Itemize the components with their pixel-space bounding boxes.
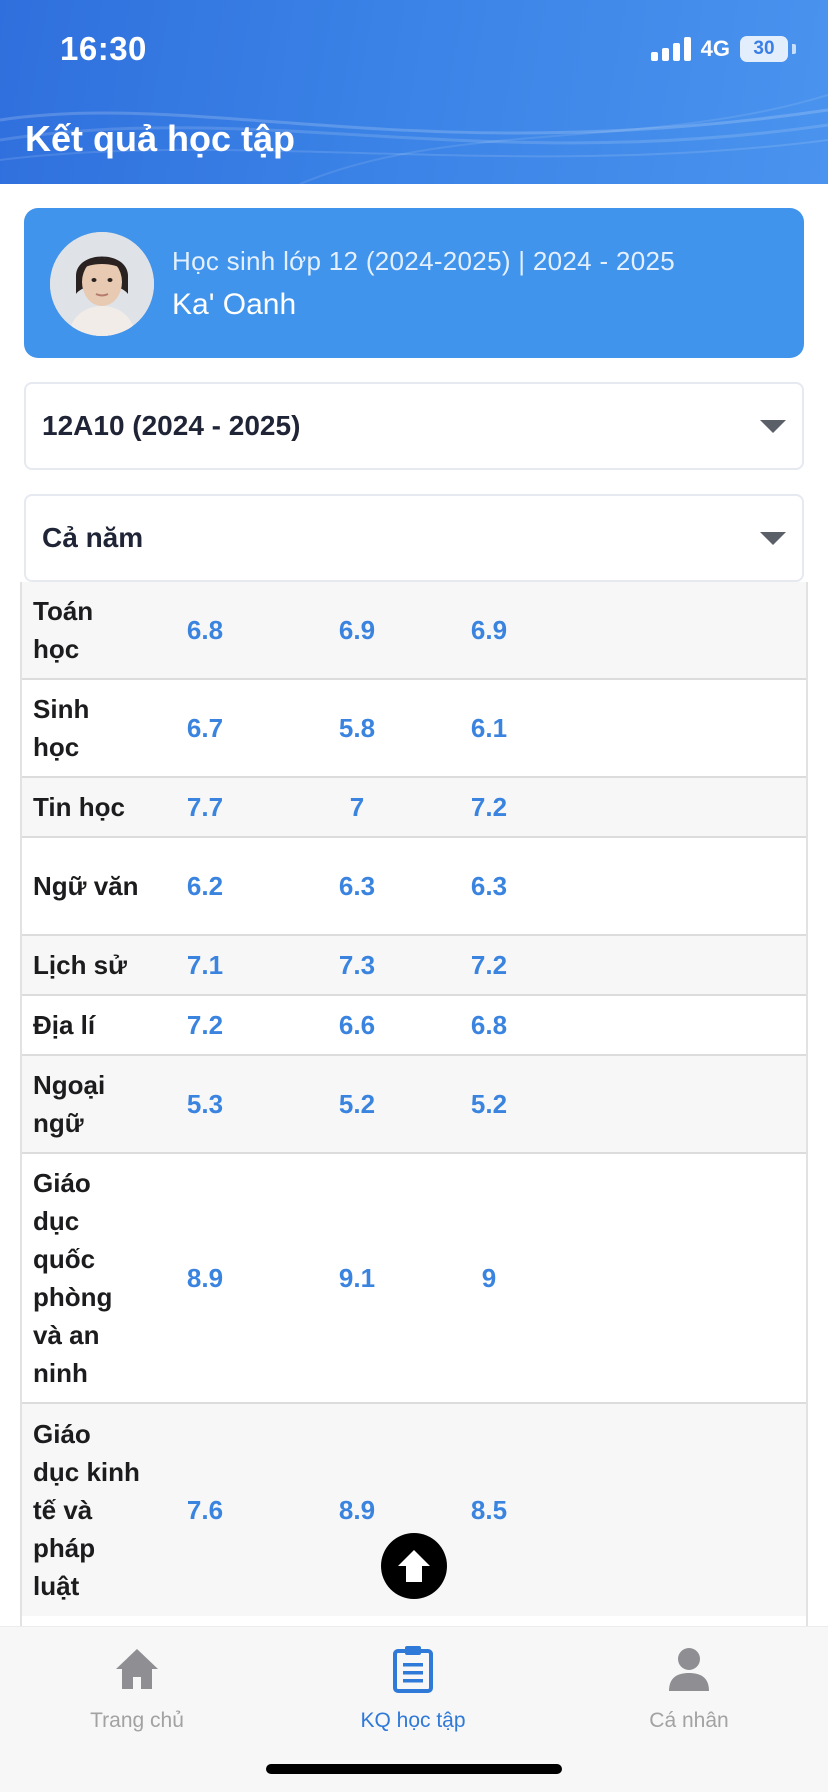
network-type: 4G <box>700 36 730 61</box>
home-indicator <box>266 1764 562 1774</box>
subject-name: Ngoại ngữ <box>33 1070 106 1138</box>
battery-icon: 30 <box>740 36 788 62</box>
table-row: Sinh học 6.7 5.8 6.1 <box>22 680 806 778</box>
class-select[interactable]: 12A10 (2024 - 2025) <box>24 382 804 470</box>
score-3: 6.8 <box>470 1009 508 1040</box>
caret-down-icon <box>760 531 786 545</box>
subject-name: Sinh học <box>33 694 90 762</box>
score-1: 6.8 <box>186 614 224 645</box>
caret-down-icon <box>760 419 786 433</box>
score-1: 7.1 <box>186 949 224 980</box>
status-time: 16:30 <box>60 30 147 67</box>
score-1: 6.7 <box>186 712 224 743</box>
score-3: 7.2 <box>470 791 508 822</box>
tab-profile-label: Cá nhân <box>649 1709 729 1732</box>
subject-name: Giáo dục quốc phòng và an ninh <box>33 1168 113 1388</box>
tab-home-label: Trang chủ <box>90 1709 184 1732</box>
score-3: 9 <box>481 1262 497 1293</box>
status-indicators: 4G 30 <box>650 34 796 64</box>
tab-profile[interactable]: Cá nhân <box>589 1641 789 1733</box>
student-card: Học sinh lớp 12 (2024-2025) | 2024 - 202… <box>24 208 804 358</box>
score-1: 5.3 <box>186 1088 224 1119</box>
subject-name: Giáo dục kinh tế và pháp luật <box>33 1419 140 1601</box>
score-3: 6.1 <box>470 712 508 743</box>
subject-name: Toán học <box>33 596 94 664</box>
subject-name: Lịch sử <box>33 950 127 980</box>
score-1: 7.6 <box>186 1494 224 1525</box>
tab-results-label: KQ học tập <box>360 1709 466 1732</box>
scroll-top-button[interactable] <box>381 1533 447 1599</box>
tab-results[interactable]: KQ học tập <box>313 1641 513 1733</box>
table-row: Giáo dục quốc phòng và an ninh 8.9 9.1 9 <box>22 1154 806 1404</box>
score-3: 6.9 <box>470 614 508 645</box>
student-name: Ka' Oanh <box>172 288 297 321</box>
table-row: Ngoại ngữ 5.3 5.2 5.2 <box>22 1056 806 1154</box>
table-row: Ngữ văn 6.2 6.3 6.3 <box>22 838 806 936</box>
student-class-info: Học sinh lớp 12 (2024-2025) | 2024 - 202… <box>172 246 675 276</box>
score-3: 5.2 <box>470 1088 508 1119</box>
signal-icon <box>650 37 691 61</box>
avatar <box>50 232 154 336</box>
tab-home[interactable]: Trang chủ <box>37 1641 237 1733</box>
subject-name: Ngữ văn <box>33 871 139 901</box>
term-select[interactable]: Cả năm <box>24 494 804 582</box>
clipboard-icon <box>393 1646 433 1693</box>
score-3: 7.2 <box>470 949 508 980</box>
score-3: 8.5 <box>470 1494 508 1525</box>
score-1: 6.2 <box>186 870 224 901</box>
battery-level: 30 <box>753 38 775 59</box>
arrow-up-icon <box>398 1550 430 1582</box>
class-select-value: 12A10 (2024 - 2025) <box>42 410 301 441</box>
subject-name: Tin học <box>33 792 125 822</box>
person-icon <box>669 1648 709 1691</box>
page-title: Kết quả học tập <box>25 118 296 159</box>
table-row: Địa lí 7.2 6.6 6.8 <box>22 996 806 1056</box>
grades-table[interactable]: Toán học 6.8 6.9 6.9 Sinh học 6.7 5.8 6.… <box>20 582 808 1626</box>
score-1: 8.9 <box>186 1262 224 1293</box>
app-header: 16:30 4G 30 Kết quả học tập <box>0 0 828 184</box>
score-1: 7.2 <box>186 1009 224 1040</box>
term-select-value: Cả năm <box>42 522 144 553</box>
table-row: Toán học 6.8 6.9 6.9 <box>22 582 806 680</box>
home-icon <box>116 1649 158 1689</box>
score-1: 7.7 <box>186 791 224 822</box>
battery-tip <box>792 44 796 54</box>
table-row: Tin học 7.7 7 7.2 <box>22 778 806 838</box>
score-3: 6.3 <box>470 870 508 901</box>
subject-name: Địa lí <box>33 1010 96 1040</box>
table-row: Lịch sử 7.1 7.3 7.2 <box>22 936 806 996</box>
